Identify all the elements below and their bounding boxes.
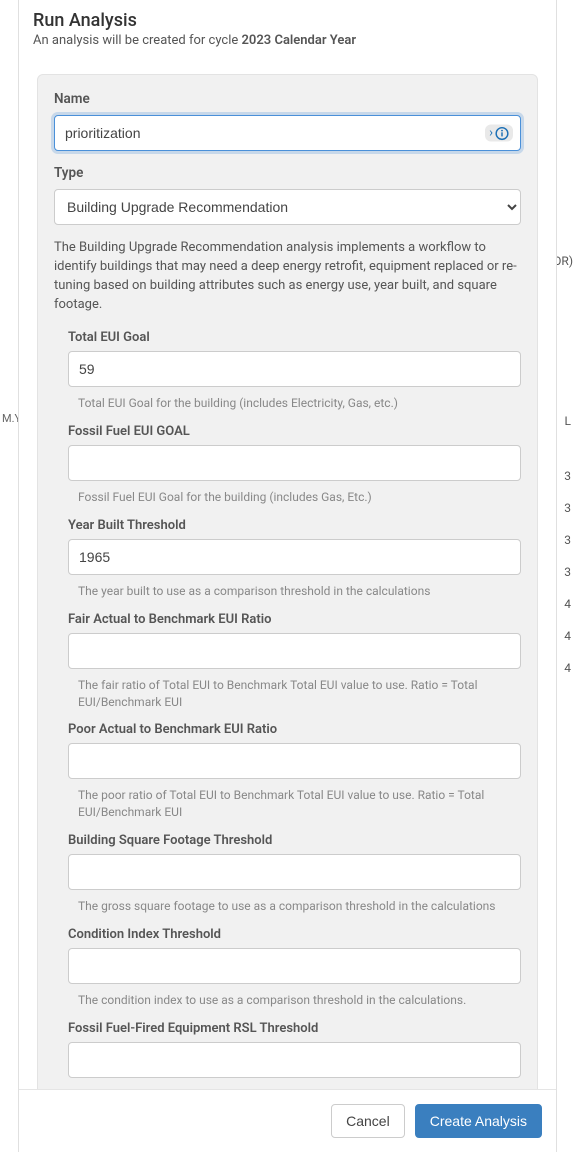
fair-ratio-input[interactable] (68, 633, 521, 669)
chevron-right-icon: › (489, 126, 493, 141)
type-description: The Building Upgrade Recommendation anal… (54, 239, 521, 314)
poor-ratio-group: Poor Actual to Benchmark EUI Ratio The p… (68, 722, 521, 821)
total-eui-goal-label: Total EUI Goal (68, 330, 521, 345)
poor-ratio-label: Poor Actual to Benchmark EUI Ratio (68, 722, 521, 737)
condition-group: Condition Index Threshold The condition … (68, 927, 521, 1009)
poor-ratio-help: The poor ratio of Total EUI to Benchmark… (78, 787, 521, 821)
fair-ratio-label: Fair Actual to Benchmark EUI Ratio (68, 612, 521, 627)
name-label: Name (54, 91, 521, 107)
condition-label: Condition Index Threshold (68, 927, 521, 942)
type-label: Type (54, 165, 521, 181)
fossil-eui-goal-help: Fossil Fuel EUI Goal for the building (i… (78, 489, 521, 506)
fair-ratio-help: The fair ratio of Total EUI to Benchmark… (78, 677, 521, 711)
modal-title: Run Analysis (33, 10, 542, 31)
name-input-icons[interactable]: › (485, 125, 513, 142)
modal-header: Run Analysis An analysis will be created… (19, 0, 556, 56)
name-input[interactable] (54, 115, 521, 151)
rsl-group: Fossil Fuel-Fired Equipment RSL Threshol… (68, 1021, 521, 1089)
info-icon (495, 126, 509, 140)
year-built-help: The year built to use as a comparison th… (78, 583, 521, 600)
bg-right-values: 3 3 3 3 4 4 4 (564, 460, 573, 684)
cancel-button[interactable]: Cancel (331, 1104, 405, 1138)
modal-footer: Cancel Create Analysis (19, 1089, 556, 1152)
name-input-wrap: › (54, 115, 521, 151)
condition-help: The condition index to use as a comparis… (78, 992, 521, 1009)
total-eui-goal-group: Total EUI Goal Total EUI Goal for the bu… (68, 330, 521, 412)
cycle-name: 2023 Calendar Year (242, 33, 357, 48)
type-select[interactable]: Building Upgrade Recommendation (54, 189, 521, 225)
parameters-panel: Total EUI Goal Total EUI Goal for the bu… (54, 330, 521, 1089)
bg-right-header-2: L (565, 414, 571, 428)
total-eui-goal-help: Total EUI Goal for the building (include… (78, 395, 521, 412)
form-panel: Name › Type Building Upgrade Recommendat… (37, 74, 538, 1089)
total-eui-goal-input[interactable] (68, 351, 521, 387)
year-built-group: Year Built Threshold The year built to u… (68, 518, 521, 600)
fossil-eui-goal-group: Fossil Fuel EUI GOAL Fossil Fuel EUI Goa… (68, 424, 521, 506)
rsl-label: Fossil Fuel-Fired Equipment RSL Threshol… (68, 1021, 521, 1036)
run-analysis-modal: Run Analysis An analysis will be created… (18, 0, 557, 1152)
poor-ratio-input[interactable] (68, 743, 521, 779)
rsl-input[interactable] (68, 1042, 521, 1078)
year-built-label: Year Built Threshold (68, 518, 521, 533)
fossil-eui-goal-label: Fossil Fuel EUI GOAL (68, 424, 521, 439)
modal-body: Name › Type Building Upgrade Recommendat… (19, 56, 556, 1089)
condition-input[interactable] (68, 948, 521, 984)
subtitle-prefix: An analysis will be created for cycle (33, 33, 242, 48)
year-built-input[interactable] (68, 539, 521, 575)
sqft-label: Building Square Footage Threshold (68, 833, 521, 848)
fair-ratio-group: Fair Actual to Benchmark EUI Ratio The f… (68, 612, 521, 711)
create-analysis-button[interactable]: Create Analysis (415, 1104, 542, 1138)
sqft-input[interactable] (68, 854, 521, 890)
fossil-eui-goal-input[interactable] (68, 445, 521, 481)
sqft-group: Building Square Footage Threshold The gr… (68, 833, 521, 915)
sqft-help: The gross square footage to use as a com… (78, 898, 521, 915)
modal-subtitle: An analysis will be created for cycle 20… (33, 33, 542, 48)
